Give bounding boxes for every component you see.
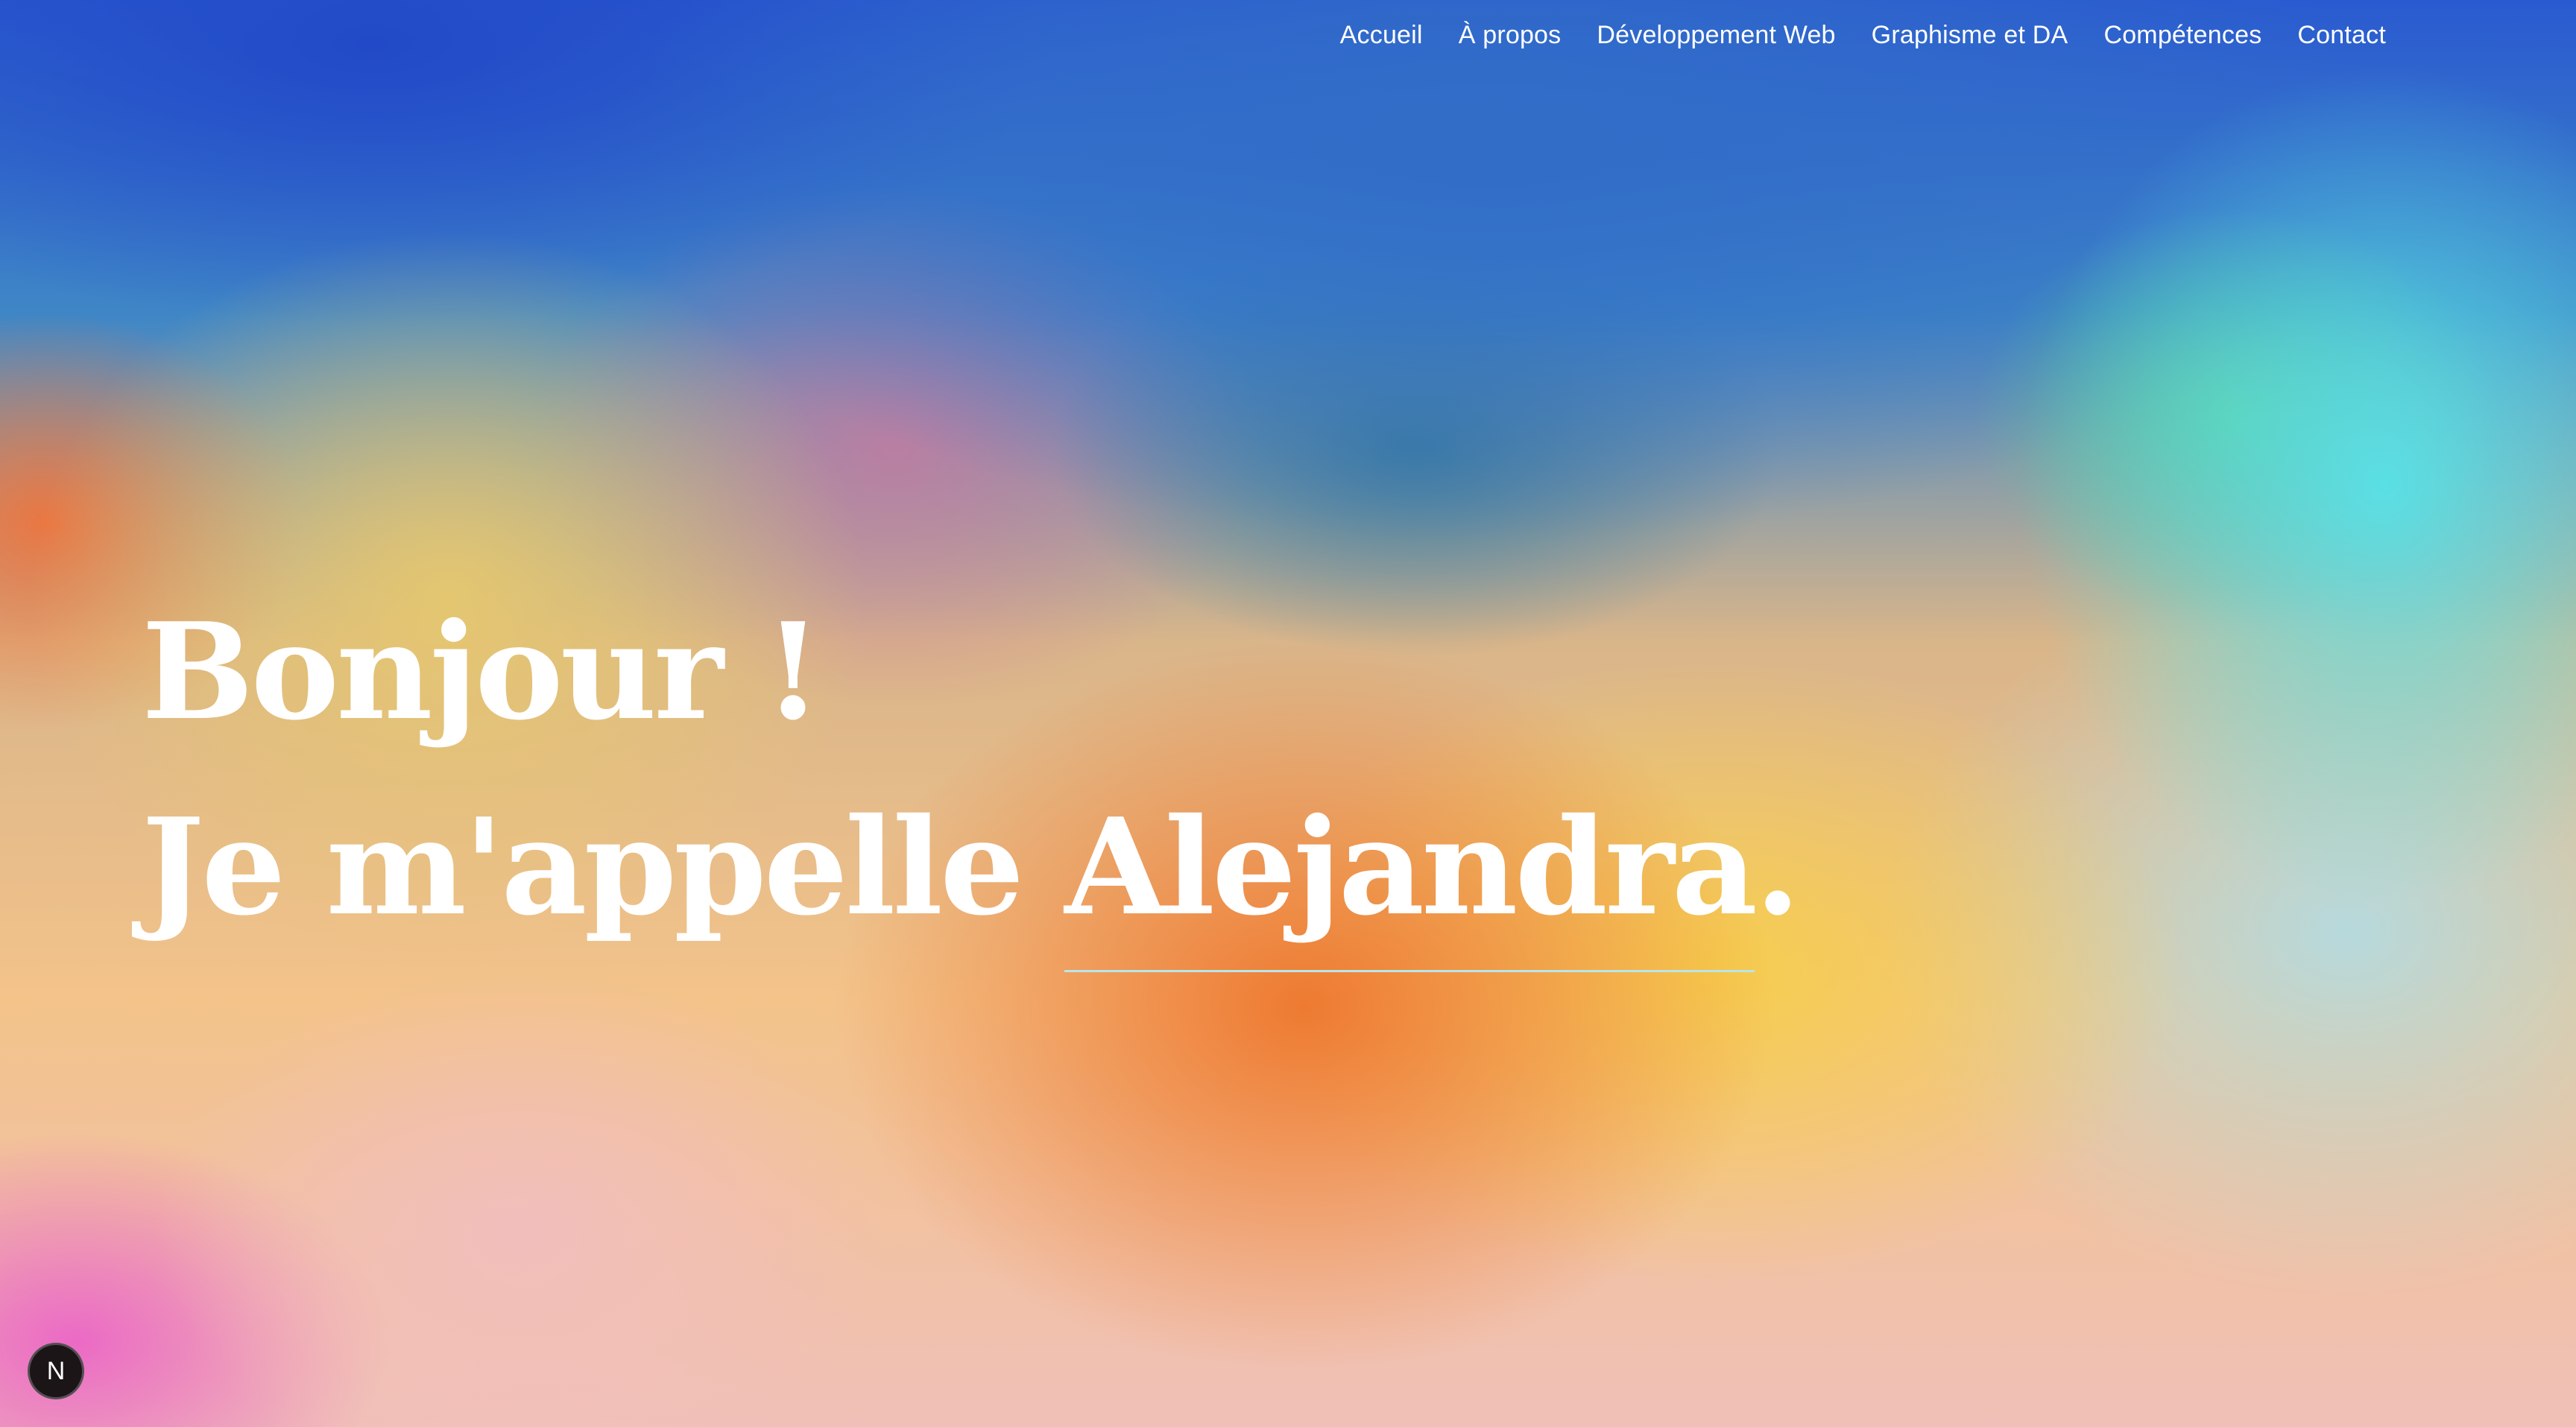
nav-link-accueil[interactable]: Accueil [1340,21,1423,50]
nav-link-developpement-web[interactable]: Développement Web [1597,21,1835,50]
hero-greeting: Bonjour ! [142,593,822,749]
hero-name-text: Alejandra [1064,789,1758,945]
nav-link-a-propos[interactable]: À propos [1459,21,1562,50]
nav-link-competences[interactable]: Compétences [2103,21,2261,50]
nextjs-icon[interactable]: N [28,1343,84,1399]
nav-link-contact[interactable]: Contact [2297,21,2386,50]
hero-intro-line: Je m'appelle Alejandra. [142,769,1801,972]
top-navigation: Accueil À propos Développement Web Graph… [1340,21,2386,50]
nav-link-graphisme-et-da[interactable]: Graphisme et DA [1872,21,2068,50]
badge-letter: N [46,1356,66,1385]
name-underline [1064,970,1755,972]
hero-name-suffix: . [1754,789,1801,945]
hero-intro-prefix: Je m'appelle [142,789,1065,945]
hero-name: Alejandra [1064,769,1758,972]
hero-heading: Bonjour ! Je m'appelle Alejandra. [142,574,1801,972]
